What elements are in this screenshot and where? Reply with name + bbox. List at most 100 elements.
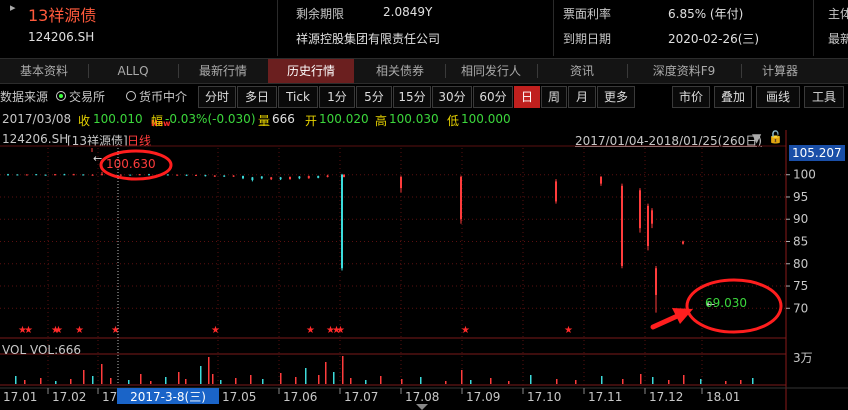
- volume-bar-17: [212, 374, 214, 384]
- y-tick-label-1: 95: [793, 190, 808, 204]
- volume-bar-39: [530, 375, 532, 384]
- remain-term-value: 2.0849Y: [383, 5, 433, 19]
- event-star-5: ★: [111, 325, 120, 336]
- radio-interbank[interactable]: [126, 91, 136, 101]
- volume-label: 量: [258, 114, 271, 128]
- candle-body-19: [185, 174, 188, 176]
- volume-bar-32: [401, 379, 403, 384]
- x-tick-label-1: 17.02: [52, 390, 86, 404]
- radio-exchange-label[interactable]: 交易所: [69, 88, 105, 105]
- period-button-2[interactable]: Tick: [278, 86, 318, 108]
- change-value: -0.03%(-0.030): [165, 112, 256, 126]
- candle-body-38: [460, 176, 462, 220]
- volume-bar-25: [318, 375, 320, 384]
- candle-body-31: [298, 176, 301, 179]
- volume-bar-45: [652, 377, 654, 384]
- volume-bar-18: [220, 380, 222, 384]
- remain-term-label: 剩余期限: [296, 7, 345, 21]
- candle-body-34: [326, 175, 329, 177]
- tool-button-3[interactable]: 工具: [804, 86, 844, 108]
- candle-body-26: [251, 177, 254, 181]
- volume-bar-31: [380, 376, 382, 384]
- period-button-9[interactable]: 周: [541, 86, 567, 108]
- tab-same-issuer[interactable]: 相同发行人: [446, 59, 536, 83]
- candle-body-35: [341, 174, 343, 269]
- info-date: 2017/03/08: [2, 112, 72, 126]
- maturity-label: 到期日期: [563, 32, 612, 46]
- period-button-6[interactable]: 30分: [432, 86, 472, 108]
- radio-interbank-label[interactable]: 货币中介: [139, 88, 187, 105]
- tool-button-0[interactable]: 市价: [672, 86, 710, 108]
- period-button-1[interactable]: 多日: [237, 86, 277, 108]
- volume-bar-47: [683, 375, 685, 384]
- candle-body-44: [651, 210, 653, 224]
- tool-button-2[interactable]: 画线: [756, 86, 800, 108]
- volume-bar-33: [420, 377, 422, 384]
- volume-bar-23: [295, 377, 297, 384]
- menu-icon[interactable]: ▸: [10, 1, 28, 19]
- period-button-0[interactable]: 分时: [198, 86, 236, 108]
- tab-basic-info[interactable]: 基本资料: [0, 59, 88, 83]
- candle-body-10: [101, 174, 103, 176]
- x-tick-label-8: 17.10: [527, 390, 561, 404]
- high-value: 100.030: [389, 112, 439, 126]
- tab-allq[interactable]: ALLQ: [89, 59, 177, 83]
- radio-exchange[interactable]: [56, 91, 66, 101]
- volume-bar-41: [575, 380, 577, 384]
- candle-body-33: [317, 176, 320, 178]
- volume-bar-7: [101, 364, 103, 384]
- period-button-4[interactable]: 5分: [356, 86, 392, 108]
- y-tick-label-2: 90: [793, 212, 808, 226]
- period-button-7[interactable]: 60分: [473, 86, 513, 108]
- candle-body-46: [682, 241, 684, 244]
- volume-bar-24: [305, 368, 307, 384]
- price-chart[interactable]: 100 95 90 85 80 75 70 17.01 17.02 17 17.05 17.06 17.…: [0, 130, 848, 410]
- tab-latest-quote[interactable]: 最新行情: [179, 59, 267, 83]
- volume-bar-13: [178, 372, 180, 384]
- tab-bar: 基本资料 ALLQ New 最新行情 历史行情 相关债券 相同发行人 资讯 深度…: [0, 58, 848, 128]
- candle-body-9: [91, 174, 94, 176]
- x-tick-label-0: 17.01: [3, 390, 37, 404]
- candle-body-7: [72, 174, 75, 176]
- volume-bar-2: [40, 378, 42, 384]
- candle-body-32: [307, 176, 310, 179]
- y-tick-label-3: 85: [793, 235, 808, 249]
- volume-bar-29: [350, 378, 352, 384]
- candle-body-45: [655, 268, 657, 295]
- x-tick-label-6: 17.08: [405, 390, 439, 404]
- candle-body-3: [35, 174, 38, 176]
- period-button-3[interactable]: 1分: [319, 86, 355, 108]
- tab-related-bonds[interactable]: 相关债券: [356, 59, 444, 83]
- period-button-10[interactable]: 月: [568, 86, 596, 108]
- candle-body-1: [16, 174, 19, 176]
- maturity-value: 2020-02-26(三): [668, 32, 760, 46]
- coupon-label: 票面利率: [563, 7, 612, 21]
- volume-bar-8: [110, 378, 112, 384]
- candle-body-29: [279, 177, 282, 180]
- tab-calculator[interactable]: 计算器: [742, 59, 818, 83]
- low-value: 100.000: [461, 112, 511, 126]
- candle-body-25: [242, 176, 244, 179]
- volume-bar-27: [333, 372, 335, 384]
- volume-bar-35: [461, 370, 463, 384]
- tab-news[interactable]: 资讯: [538, 59, 626, 83]
- period-button-5[interactable]: 15分: [393, 86, 431, 108]
- security-code: 124206.SH: [28, 30, 95, 44]
- volume-bar-11: [150, 381, 152, 384]
- candle-body-20: [195, 174, 197, 176]
- volume-bar-12: [165, 377, 167, 384]
- data-source-label: 数据来源: [0, 90, 49, 104]
- volume-bar-46: [668, 380, 670, 384]
- min-price-label: 69.030: [705, 296, 747, 310]
- tool-button-1[interactable]: 叠加: [714, 86, 752, 108]
- event-star-10: ★: [336, 325, 345, 336]
- period-button-11[interactable]: 更多: [597, 86, 635, 108]
- tab-history-quote[interactable]: 历史行情: [268, 59, 354, 83]
- tab-f9[interactable]: 深度资料F9: [628, 59, 740, 83]
- candle-body-23: [223, 175, 226, 177]
- volume-bar-28: [342, 356, 344, 384]
- period-button-8[interactable]: 日: [514, 86, 540, 108]
- x-tick-label-7: 17.09: [466, 390, 500, 404]
- volume-bar-38: [508, 381, 510, 384]
- candle-body-41: [621, 185, 623, 266]
